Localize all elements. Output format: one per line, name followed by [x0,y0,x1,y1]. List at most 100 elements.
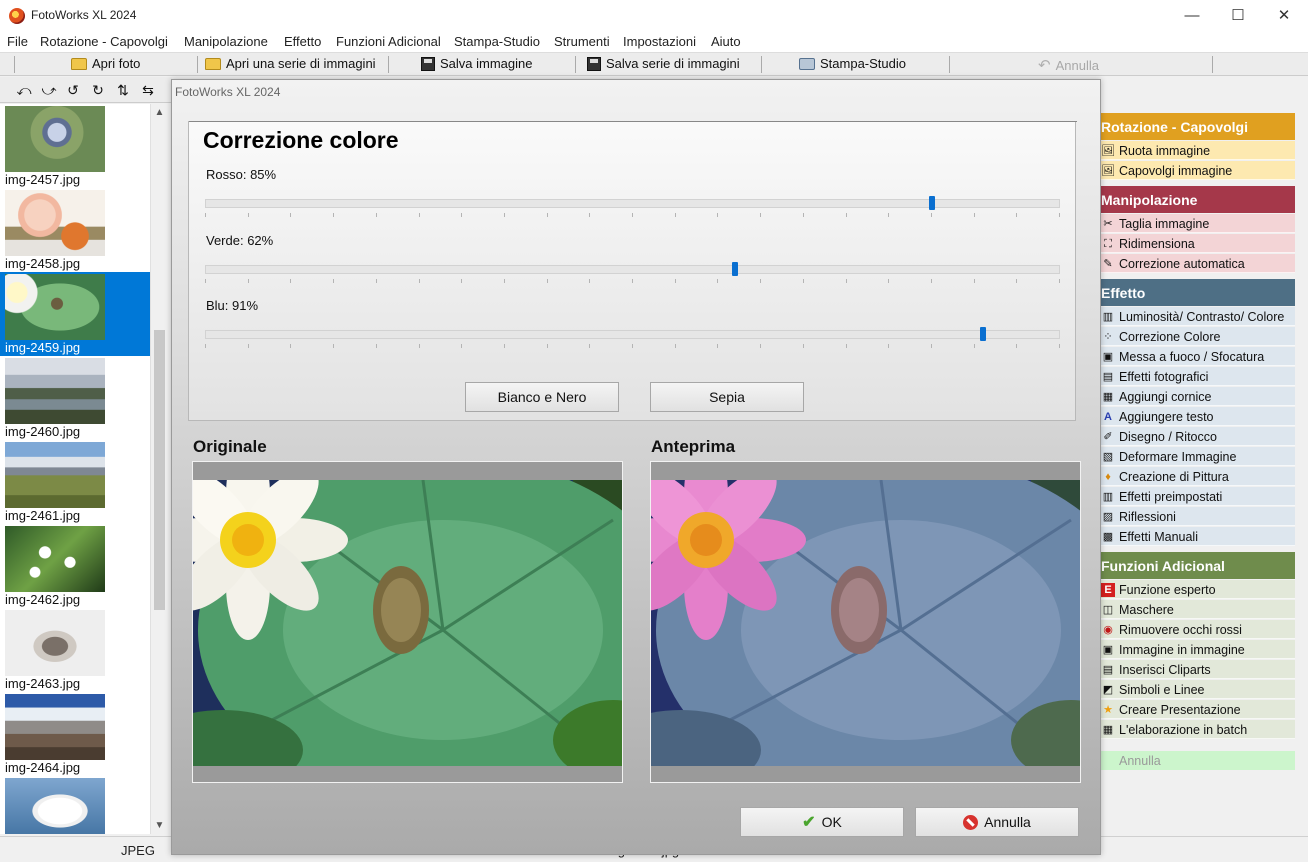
task-presentazione[interactable]: ★ Creare Presentazione [1099,700,1295,719]
rotate-right-icon[interactable]: ⤻ [40,81,58,99]
section-effetto-header[interactable]: Effetto [1099,279,1295,306]
minimize-button[interactable]: — [1169,0,1215,31]
task-cliparts[interactable]: ▤ Inserisci Cliparts [1099,660,1295,679]
red-eye-icon: ◉ [1103,624,1113,636]
rotate-left-icon[interactable]: ⤺ [15,81,33,99]
task-correzione-colore[interactable]: ⁘ Correzione Colore [1099,327,1295,346]
task-funzione-esperto[interactable]: E Funzione esperto [1099,580,1295,599]
open-series-button[interactable]: Apri una serie di immagini [205,56,376,71]
scroll-thumb[interactable] [154,330,165,610]
menu-rotazione[interactable]: Rotazione - Capovolgi [40,34,168,49]
blue-slider-track[interactable] [205,330,1060,339]
task-creazione-pittura[interactable]: ♦ Creazione di Pittura [1099,467,1295,486]
scroll-up-icon[interactable]: ▲ [151,104,168,121]
deform-icon: ▧ [1102,451,1114,463]
slider-tick [930,279,932,283]
thumbnail-item-selected[interactable]: img-2459.jpg [0,272,150,356]
undo-button[interactable]: ↶ Annulla [1038,56,1099,74]
task-immagine-in-immagine[interactable]: ▣ Immagine in immagine [1099,640,1295,659]
section-funzioni-header[interactable]: Funzioni Adicional [1099,552,1295,579]
green-slider-track[interactable] [205,265,1060,274]
thumbnail-item[interactable]: img-2460.jpg [0,356,150,440]
thumbnail-scrollbar[interactable]: ▲ ▼ [150,104,167,834]
open-photo-button[interactable]: Apri foto [71,56,140,71]
thumbnail-item[interactable]: img-2464.jpg [0,692,150,776]
ok-button[interactable]: ✔ OK [740,807,904,837]
task-taglia-immagine[interactable]: ✂ Taglia immagine [1099,214,1295,233]
toolbar-separator [761,56,762,73]
task-ruota-immagine[interactable]: 🖼 Ruota immagine [1099,141,1295,160]
task-annulla[interactable]: Annulla [1099,751,1295,770]
toolbar-separator [575,56,576,73]
mask-icon: ◫ [1102,604,1114,616]
task-riflessioni[interactable]: ▨ Riflessioni [1099,507,1295,526]
task-capovolgi-immagine[interactable]: 🖼 Capovolgi immagine [1099,161,1295,180]
thumbnail-item[interactable] [0,776,150,834]
task-batch[interactable]: ▦ L'elaborazione in batch [1099,720,1295,739]
save-image-button[interactable]: Salva immagine [421,56,533,71]
rotate-ccw-icon[interactable]: ↺ [64,81,82,99]
thumbnail-item[interactable]: img-2457.jpg [0,104,150,188]
task-maschere[interactable]: ◫ Maschere [1099,600,1295,619]
menu-strumenti[interactable]: Strumenti [554,34,610,49]
slider-tick [674,344,676,348]
save-series-button[interactable]: Salva serie di immagini [587,56,740,71]
section-rotazione-header[interactable]: Rotazione - Capovolgi [1099,113,1295,140]
slider-tick [589,279,591,283]
thumbnail-item[interactable]: img-2461.jpg [0,440,150,524]
mirror-icon[interactable]: ⇆ [139,81,157,99]
menu-funzioni[interactable]: Funzioni Adicional [336,34,441,49]
task-aggiungi-cornice[interactable]: ▦ Aggiungi cornice [1099,387,1295,406]
menu-stampa-studio[interactable]: Stampa-Studio [454,34,540,49]
task-aggiungere-testo[interactable]: A Aggiungere testo [1099,407,1295,426]
flip-icon[interactable]: ⇅ [114,81,132,99]
folder-icon [205,57,221,70]
task-label: Simboli e Linee [1119,683,1205,697]
slider-tick [760,213,762,217]
color-correction-dialog: FotoWorks XL 2024 Correzione colore Ross… [171,79,1101,855]
close-button[interactable]: ✕ [1261,0,1307,31]
menu-impostazioni[interactable]: Impostazioni [623,34,696,49]
print-studio-button[interactable]: Stampa-Studio [799,56,906,71]
thumbnail-item[interactable]: img-2463.jpg [0,608,150,692]
black-white-button[interactable]: Bianco e Nero [465,382,619,412]
thumbnail-panel: img-2457.jpg img-2458.jpg img-2459.jpg i… [0,104,150,834]
task-disegno-ritocco[interactable]: ✐ Disegno / Ritocco [1099,427,1295,446]
original-frame [192,461,623,783]
red-slider-thumb[interactable] [928,196,935,210]
thumbnail-item[interactable]: img-2458.jpg [0,188,150,272]
task-ridimensiona[interactable]: ⛶ Ridimensiona [1099,234,1295,253]
slider-tick [375,279,377,283]
scroll-down-icon[interactable]: ▼ [151,817,168,834]
task-effetti-preimpostati[interactable]: ▥ Effetti preimpostati [1099,487,1295,506]
green-slider-label: Verde: 62% [206,233,274,248]
sepia-button[interactable]: Sepia [650,382,804,412]
menu-effetto[interactable]: Effetto [284,34,321,49]
task-correzione-automatica[interactable]: ✎ Correzione automatica [1099,254,1295,273]
menu-manipolazione[interactable]: Manipolazione [184,34,268,49]
green-slider-ticks [205,279,1060,285]
task-effetti-fotografici[interactable]: ▤ Effetti fotografici [1099,367,1295,386]
maximize-button[interactable]: ☐ [1215,0,1261,31]
task-messa-a-fuoco[interactable]: ▣ Messa a fuoco / Sfocatura [1099,347,1295,366]
slider-tick [375,213,377,217]
slider-tick [760,279,762,283]
task-simboli-linee[interactable]: ◩ Simboli e Linee [1099,680,1295,699]
dialog-heading: Correzione colore [203,127,399,153]
task-occhi-rossi[interactable]: ◉ Rimuovere occhi rossi [1099,620,1295,639]
menu-aiuto[interactable]: Aiuto [711,34,741,49]
task-deformare-immagine[interactable]: ▧ Deformare Immagine [1099,447,1295,466]
section-manipolazione-header[interactable]: Manipolazione [1099,186,1295,213]
slider-tick [845,344,847,348]
blue-slider-thumb[interactable] [980,327,987,341]
task-label: Ridimensiona [1119,237,1195,251]
thumbnail-item[interactable]: img-2462.jpg [0,524,150,608]
panel-divider [189,121,1077,122]
task-effetti-manuali[interactable]: ▩ Effetti Manuali [1099,527,1295,546]
rotate-cw-icon[interactable]: ↻ [89,81,107,99]
menu-file[interactable]: File [7,34,28,49]
slider-tick [205,279,206,283]
task-luminosita[interactable]: ▥ Luminosità/ Contrasto/ Colore [1099,307,1295,326]
cancel-button[interactable]: Annulla [915,807,1079,837]
green-slider-thumb[interactable] [732,262,739,276]
